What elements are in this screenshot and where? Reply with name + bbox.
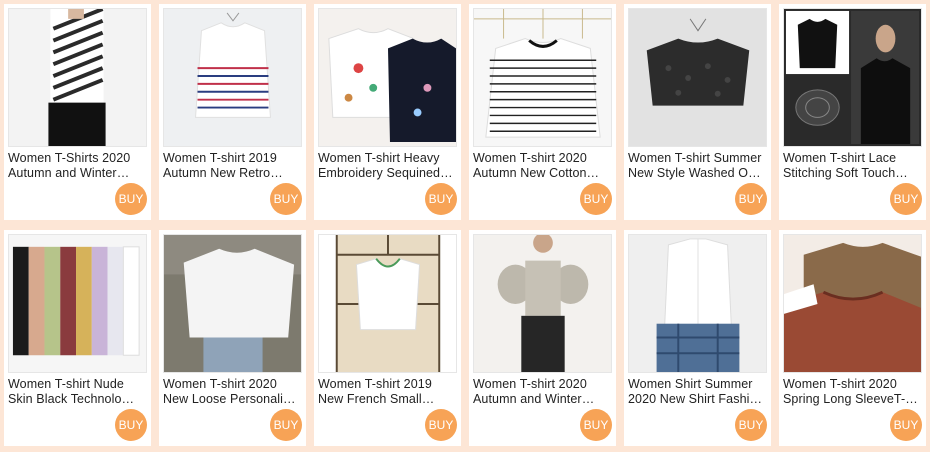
- buy-button[interactable]: BUY: [425, 183, 457, 215]
- product-title-line-2: Autumn and Winter…: [473, 392, 595, 406]
- white-loose-tee-image: [164, 235, 301, 372]
- product-title-line-1: Women T-shirt 2020: [473, 151, 587, 165]
- product-title[interactable]: Women T-shirt 2020 Spring Long SleeveT-…: [783, 377, 923, 407]
- puff-sleeve-top-image: [474, 235, 611, 372]
- product-image[interactable]: [318, 234, 457, 373]
- embroidered-tees-image: [319, 9, 456, 146]
- product-title-line-1: Women T-shirt Heavy: [318, 151, 440, 165]
- product-card[interactable]: Women T-shirt Lace Stitching Soft Touch……: [779, 4, 926, 220]
- striped-turtleneck-image: [9, 9, 146, 146]
- buy-button[interactable]: BUY: [580, 409, 612, 441]
- white-sleeveless-shirt-image: [629, 235, 766, 372]
- product-title-line-1: Women T-shirt Lace: [783, 151, 897, 165]
- product-title-line-2: New Loose Personali…: [163, 392, 296, 406]
- product-title-line-2: Autumn New Cotton…: [473, 166, 600, 180]
- product-card[interactable]: Women T-shirt 2020 New Loose Personali… …: [159, 230, 306, 446]
- white-square-neck-tee-image: [319, 235, 456, 372]
- product-title-line-2: Embroidery Sequined…: [318, 166, 453, 180]
- brown-tees-image: [784, 235, 921, 372]
- product-title-line-2: Stitching Soft Touch…: [783, 166, 908, 180]
- product-title-line-2: New French Small…: [318, 392, 435, 406]
- black-stripe-tee-image: [474, 9, 611, 146]
- product-title[interactable]: Women T-shirt Heavy Embroidery Sequined…: [318, 151, 458, 181]
- product-image[interactable]: [783, 8, 922, 147]
- product-title-line-2: Autumn New Retro…: [163, 166, 283, 180]
- product-title-line-1: Women T-shirt 2020: [783, 377, 897, 391]
- product-card[interactable]: Women T-shirt 2019 New French Small… BUY: [314, 230, 461, 446]
- product-title[interactable]: Women T-shirt 2020 Autumn and Winter…: [473, 377, 613, 407]
- product-title[interactable]: Women T-shirt Nude Skin Black Technolo…: [8, 377, 148, 407]
- product-title[interactable]: Women T-Shirts 2020 Autumn and Winter…: [8, 151, 148, 181]
- buy-button[interactable]: BUY: [890, 183, 922, 215]
- product-card[interactable]: Women T-shirt Nude Skin Black Technolo… …: [4, 230, 151, 446]
- product-title[interactable]: Women T-shirt Summer New Style Washed O…: [628, 151, 768, 181]
- product-title-line-1: Women Shirt Summer: [628, 377, 753, 391]
- black-crop-tee-image: [629, 9, 766, 146]
- product-image[interactable]: [318, 8, 457, 147]
- product-title[interactable]: Women T-shirt Lace Stitching Soft Touch…: [783, 151, 923, 181]
- buy-button[interactable]: BUY: [270, 183, 302, 215]
- product-title-line-1: Women T-shirt Nude: [8, 377, 124, 391]
- buy-button[interactable]: BUY: [735, 409, 767, 441]
- product-title-line-1: Women T-shirt Summer: [628, 151, 762, 165]
- product-title[interactable]: Women T-shirt 2020 New Loose Personali…: [163, 377, 303, 407]
- product-grid: Women T-Shirts 2020 Autumn and Winter… B…: [0, 0, 930, 452]
- product-title-line-2: Skin Black Technolo…: [8, 392, 135, 406]
- product-card[interactable]: Women T-shirt 2020 Autumn and Winter… BU…: [469, 230, 616, 446]
- product-image[interactable]: [783, 234, 922, 373]
- product-title-line-2: Spring Long SleeveT-…: [783, 392, 918, 406]
- product-image[interactable]: [628, 234, 767, 373]
- buy-button[interactable]: BUY: [270, 409, 302, 441]
- product-title[interactable]: Women T-shirt 2019 Autumn New Retro…: [163, 151, 303, 181]
- product-image[interactable]: [8, 8, 147, 147]
- product-title-line-2: Autumn and Winter…: [8, 166, 130, 180]
- product-image[interactable]: [473, 8, 612, 147]
- buy-button[interactable]: BUY: [735, 183, 767, 215]
- product-card[interactable]: Women T-shirt Summer New Style Washed O……: [624, 4, 771, 220]
- product-title-line-1: Women T-shirt 2019: [318, 377, 432, 391]
- product-title-line-1: Women T-shirt 2020: [473, 377, 587, 391]
- product-title[interactable]: Women Shirt Summer 2020 New Shirt Fashi…: [628, 377, 768, 407]
- product-image[interactable]: [473, 234, 612, 373]
- product-card[interactable]: Women T-shirt 2019 Autumn New Retro… BUY: [159, 4, 306, 220]
- product-image[interactable]: [163, 8, 302, 147]
- red-blue-stripe-tee-image: [164, 9, 301, 146]
- product-image[interactable]: [8, 234, 147, 373]
- product-title-line-2: New Style Washed O…: [628, 166, 761, 180]
- buy-button[interactable]: BUY: [115, 409, 147, 441]
- buy-button[interactable]: BUY: [425, 409, 457, 441]
- product-card[interactable]: Women T-shirt Heavy Embroidery Sequined……: [314, 4, 461, 220]
- color-tees-hanging-image: [9, 235, 146, 372]
- product-card[interactable]: Women T-shirt 2020 Spring Long SleeveT-……: [779, 230, 926, 446]
- buy-button[interactable]: BUY: [890, 409, 922, 441]
- product-image[interactable]: [628, 8, 767, 147]
- product-card[interactable]: Women T-Shirts 2020 Autumn and Winter… B…: [4, 4, 151, 220]
- buy-button[interactable]: BUY: [115, 183, 147, 215]
- product-title-line-1: Women T-Shirts 2020: [8, 151, 131, 165]
- black-lace-tee-image: [784, 9, 921, 146]
- product-card[interactable]: Women Shirt Summer 2020 New Shirt Fashi……: [624, 230, 771, 446]
- product-title-line-1: Women T-shirt 2019: [163, 151, 277, 165]
- product-card[interactable]: Women T-shirt 2020 Autumn New Cotton… BU…: [469, 4, 616, 220]
- buy-button[interactable]: BUY: [580, 183, 612, 215]
- product-title-line-2: 2020 New Shirt Fashi…: [628, 392, 763, 406]
- product-image[interactable]: [163, 234, 302, 373]
- product-title-line-1: Women T-shirt 2020: [163, 377, 277, 391]
- product-title[interactable]: Women T-shirt 2020 Autumn New Cotton…: [473, 151, 613, 181]
- product-title[interactable]: Women T-shirt 2019 New French Small…: [318, 377, 458, 407]
